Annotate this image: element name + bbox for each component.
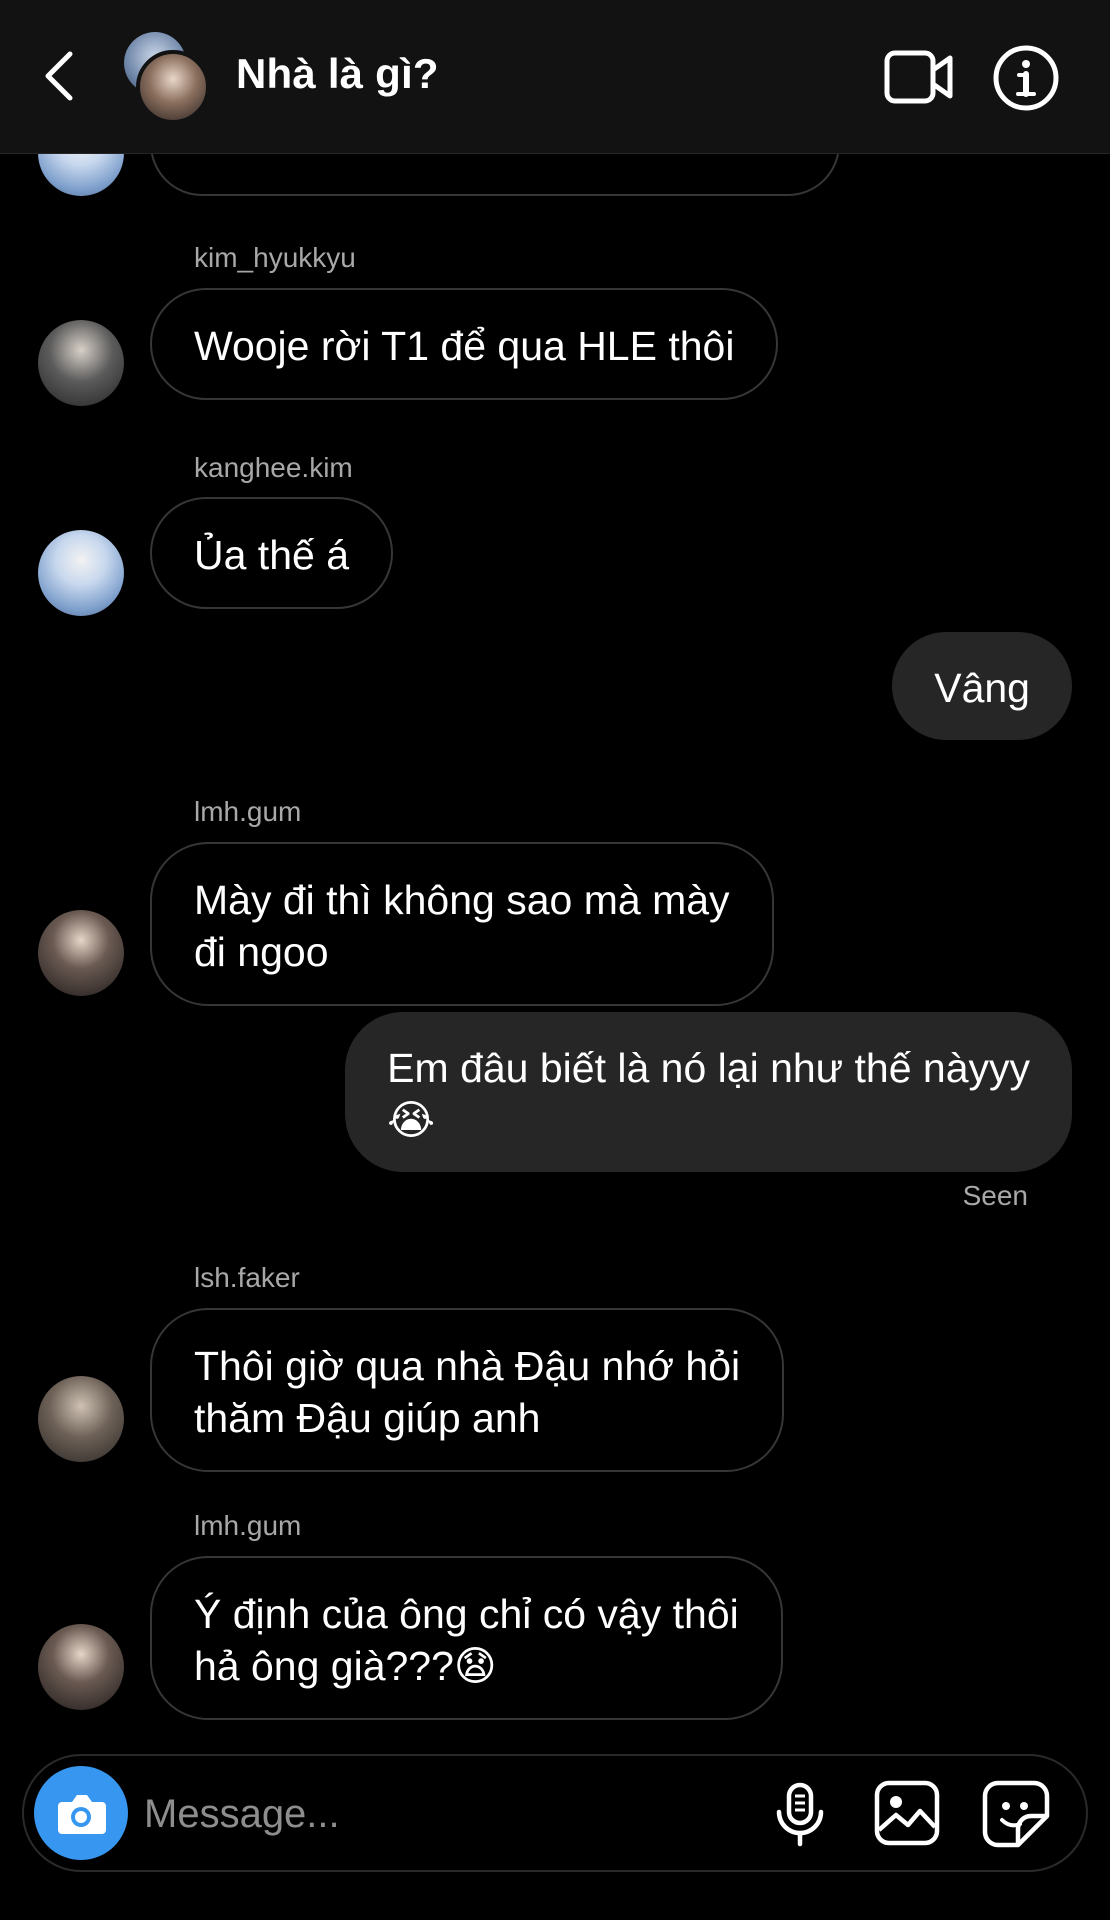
sender-name: lsh.faker xyxy=(194,1262,300,1293)
chat-title[interactable]: Nhà là gì? xyxy=(236,50,439,98)
camera-button[interactable] xyxy=(34,1766,128,1860)
microphone-icon xyxy=(776,1782,824,1847)
message-bubble[interactable]: Ủa thế á xyxy=(150,497,393,609)
avatar-lsh-faker[interactable] xyxy=(38,1376,124,1462)
avatar-kanghee-kim[interactable] xyxy=(38,530,124,616)
microphone-button[interactable] xyxy=(772,1782,828,1848)
group-avatar[interactable] xyxy=(122,32,212,124)
avatar-kim-hyukkyu[interactable] xyxy=(38,320,124,406)
message-input[interactable] xyxy=(144,1784,624,1844)
message-bubble-outgoing[interactable]: Em đâu biết là nó lại như thế nàyyy 😭 xyxy=(345,1012,1072,1172)
sender-name: lmh.gum xyxy=(194,796,302,827)
sticker-button[interactable] xyxy=(982,1780,1050,1848)
chat-screen: Nhà là gì? kim_hyukkyu Wooje rời T1 để q… xyxy=(0,0,1110,1920)
message-bubble[interactable]: Mày đi thì không sao mà mày đi ngoo xyxy=(150,842,774,1006)
gallery-button[interactable] xyxy=(874,1780,940,1846)
message-bubble[interactable]: Wooje rời T1 để qua HLE thôi xyxy=(150,288,779,400)
avatar-lmh-gum[interactable] xyxy=(38,1624,124,1710)
sender-name: kanghee.kim xyxy=(194,452,353,483)
sender-name: lmh.gum xyxy=(194,1510,302,1541)
back-button[interactable] xyxy=(40,48,80,104)
message-bubble[interactable]: Ý định của ông chỉ có vậy thôi hả ông gi… xyxy=(150,1556,783,1720)
chevron-left-icon xyxy=(45,51,73,101)
message-composer xyxy=(22,1754,1088,1872)
info-button[interactable] xyxy=(992,44,1060,112)
avatar-lmh-gum[interactable] xyxy=(38,910,124,996)
sticker-icon xyxy=(982,1780,1050,1848)
video-camera-icon xyxy=(884,50,953,104)
info-icon xyxy=(993,45,1059,111)
gallery-icon xyxy=(874,1780,940,1846)
video-call-button[interactable] xyxy=(884,48,954,106)
camera-icon xyxy=(58,1795,106,1834)
chat-header: Nhà là gì? xyxy=(0,0,1110,154)
seen-status: Seen xyxy=(962,1180,1028,1211)
message-bubble[interactable]: Thôi giờ qua nhà Đậu nhớ hỏi thăm Đậu gi… xyxy=(150,1308,785,1472)
sender-name: kim_hyukkyu xyxy=(194,242,356,273)
message-bubble-outgoing[interactable]: Vâng xyxy=(892,632,1072,740)
group-avatar-member-2 xyxy=(136,50,210,124)
